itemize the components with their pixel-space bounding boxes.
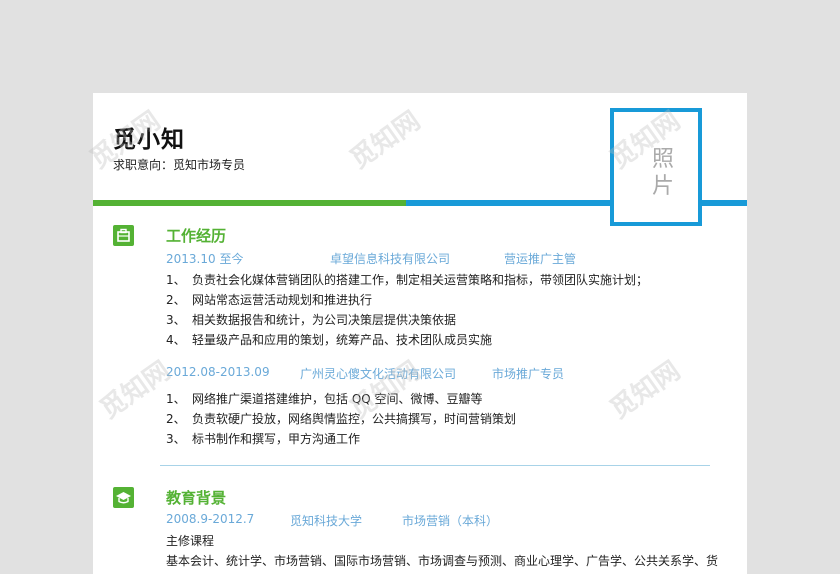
job-date: 2013.10 至今 [166, 252, 244, 266]
graduation-cap-icon [113, 487, 134, 508]
edu-major: 市场营销（本科） [402, 514, 499, 528]
courses-list: 基本会计、统计学、市场营销、国际市场营销、市场调查与预测、商业心理学、广告学、公… [166, 554, 719, 568]
edu-school: 觅知科技大学 [290, 514, 363, 528]
job-date: 2012.08-2013.09 [166, 365, 270, 379]
list-item: 1、 负责社会化媒体营销团队的搭建工作，制定相关运营策略和指标，带领团队实施计划； [166, 273, 649, 287]
edu-date: 2008.9-2012.7 [166, 512, 255, 526]
section-divider [160, 465, 710, 466]
section-title-education: 教育背景 [166, 489, 227, 507]
list-item: 2、 负责软硬广投放，网络舆情监控，公共搞撰写，时间营销策划 [166, 412, 517, 426]
header-bar-green [93, 200, 406, 206]
briefcase-icon [113, 225, 134, 246]
job-role: 市场推广专员 [492, 367, 565, 381]
job-company: 卓望信息科技有限公司 [330, 252, 451, 266]
list-item: 1、 网络推广渠道搭建维护，包括 QQ 空间、微博、豆瓣等 [166, 392, 483, 406]
courses-label: 主修课程 [166, 534, 215, 548]
job-intent: 求职意向：觅知市场专员 [113, 158, 246, 172]
list-item: 2、 网站常态运营活动规划和推进执行 [166, 293, 373, 307]
section-title-work: 工作经历 [166, 227, 227, 245]
job-role: 营运推广主管 [504, 252, 577, 266]
list-item: 3、 标书制作和撰写，甲方沟通工作 [166, 432, 361, 446]
list-item: 3、 相关数据报告和统计，为公司决策层提供决策依据 [166, 313, 457, 327]
list-item: 4、 轻量级产品和应用的策划，统筹产品、技术团队成员实施 [166, 333, 493, 347]
resume-page: 觅小知 求职意向：觅知市场专员 照片 工作经历 2013.10 至今 卓望信息科… [93, 93, 747, 574]
